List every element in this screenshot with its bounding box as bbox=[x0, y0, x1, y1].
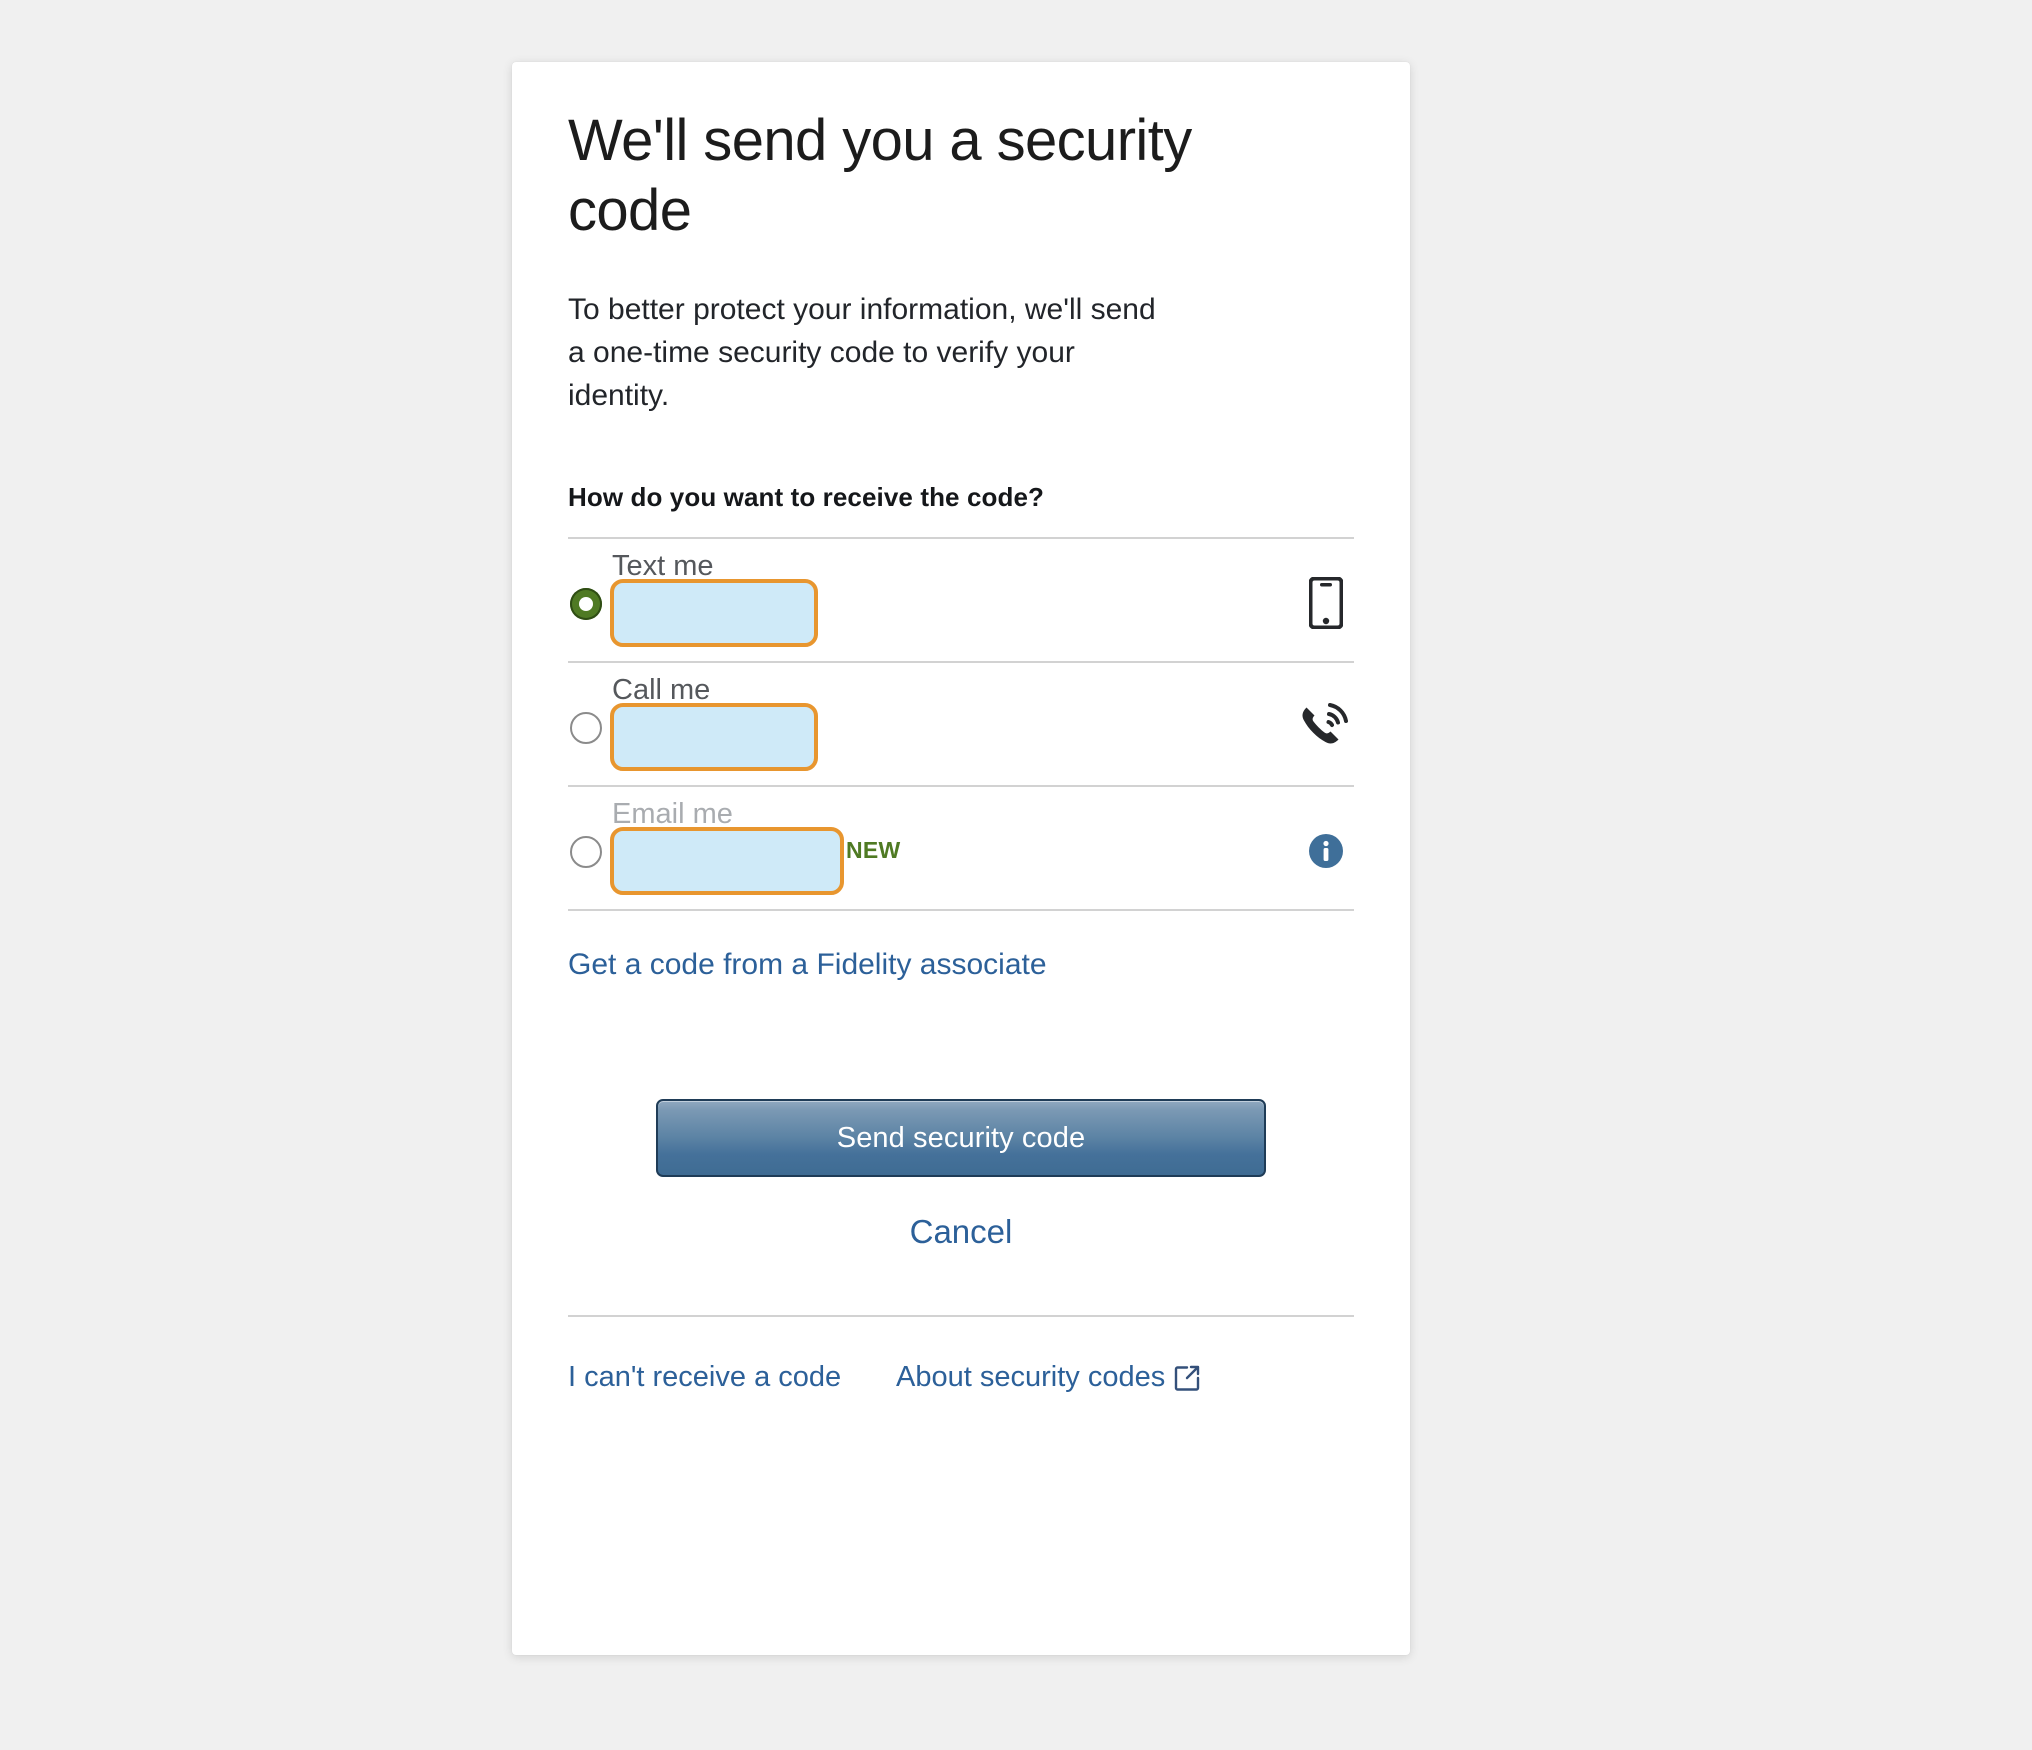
card-inner: We'll send you a security code To better… bbox=[568, 62, 1354, 1411]
send-security-code-button[interactable]: Send security code bbox=[656, 1099, 1266, 1177]
cancel-action-area: Cancel bbox=[568, 1213, 1354, 1251]
masked-phone-value-text-me[interactable] bbox=[610, 579, 818, 647]
about-security-codes-label: About security codes bbox=[896, 1361, 1166, 1393]
option-label-email-me: Email me bbox=[612, 798, 733, 830]
get-code-from-associate-link[interactable]: Get a code from a Fidelity associate bbox=[568, 947, 1047, 983]
phone-ringing-icon bbox=[1298, 699, 1354, 755]
external-link-icon bbox=[1173, 1364, 1201, 1392]
option-label-call-me: Call me bbox=[612, 674, 711, 706]
cannot-receive-code-link[interactable]: I can't receive a code bbox=[568, 1361, 841, 1394]
footer-links: I can't receive a code About security co… bbox=[568, 1361, 1354, 1411]
info-circle-icon[interactable] bbox=[1298, 823, 1354, 879]
delivery-option-call-me[interactable]: Call me bbox=[568, 663, 1354, 787]
cancel-link[interactable]: Cancel bbox=[910, 1213, 1013, 1250]
mobile-phone-icon bbox=[1298, 575, 1354, 631]
masked-email-value-email-me[interactable] bbox=[610, 827, 844, 895]
footer-divider bbox=[568, 1315, 1354, 1317]
option-label-text-me: Text me bbox=[612, 550, 714, 582]
page-title: We'll send you a security code bbox=[568, 108, 1192, 243]
masked-phone-value-call-me[interactable] bbox=[610, 703, 818, 771]
delivery-options-list: Text me Call me Email me NEW bbox=[568, 537, 1354, 911]
delivery-option-text-me[interactable]: Text me bbox=[568, 539, 1354, 663]
primary-action-area: Send security code bbox=[568, 1099, 1354, 1177]
about-security-codes-link[interactable]: About security codes bbox=[896, 1361, 1201, 1394]
radio-call-me[interactable] bbox=[570, 712, 602, 744]
page-description: To better protect your information, we'l… bbox=[568, 293, 1156, 412]
delivery-option-email-me[interactable]: Email me NEW bbox=[568, 787, 1354, 911]
delivery-question: How do you want to receive the code? bbox=[568, 482, 1045, 512]
security-code-card: We'll send you a security code To better… bbox=[512, 62, 1410, 1655]
new-badge: NEW bbox=[846, 837, 901, 863]
radio-email-me[interactable] bbox=[570, 836, 602, 868]
radio-text-me[interactable] bbox=[570, 588, 602, 620]
